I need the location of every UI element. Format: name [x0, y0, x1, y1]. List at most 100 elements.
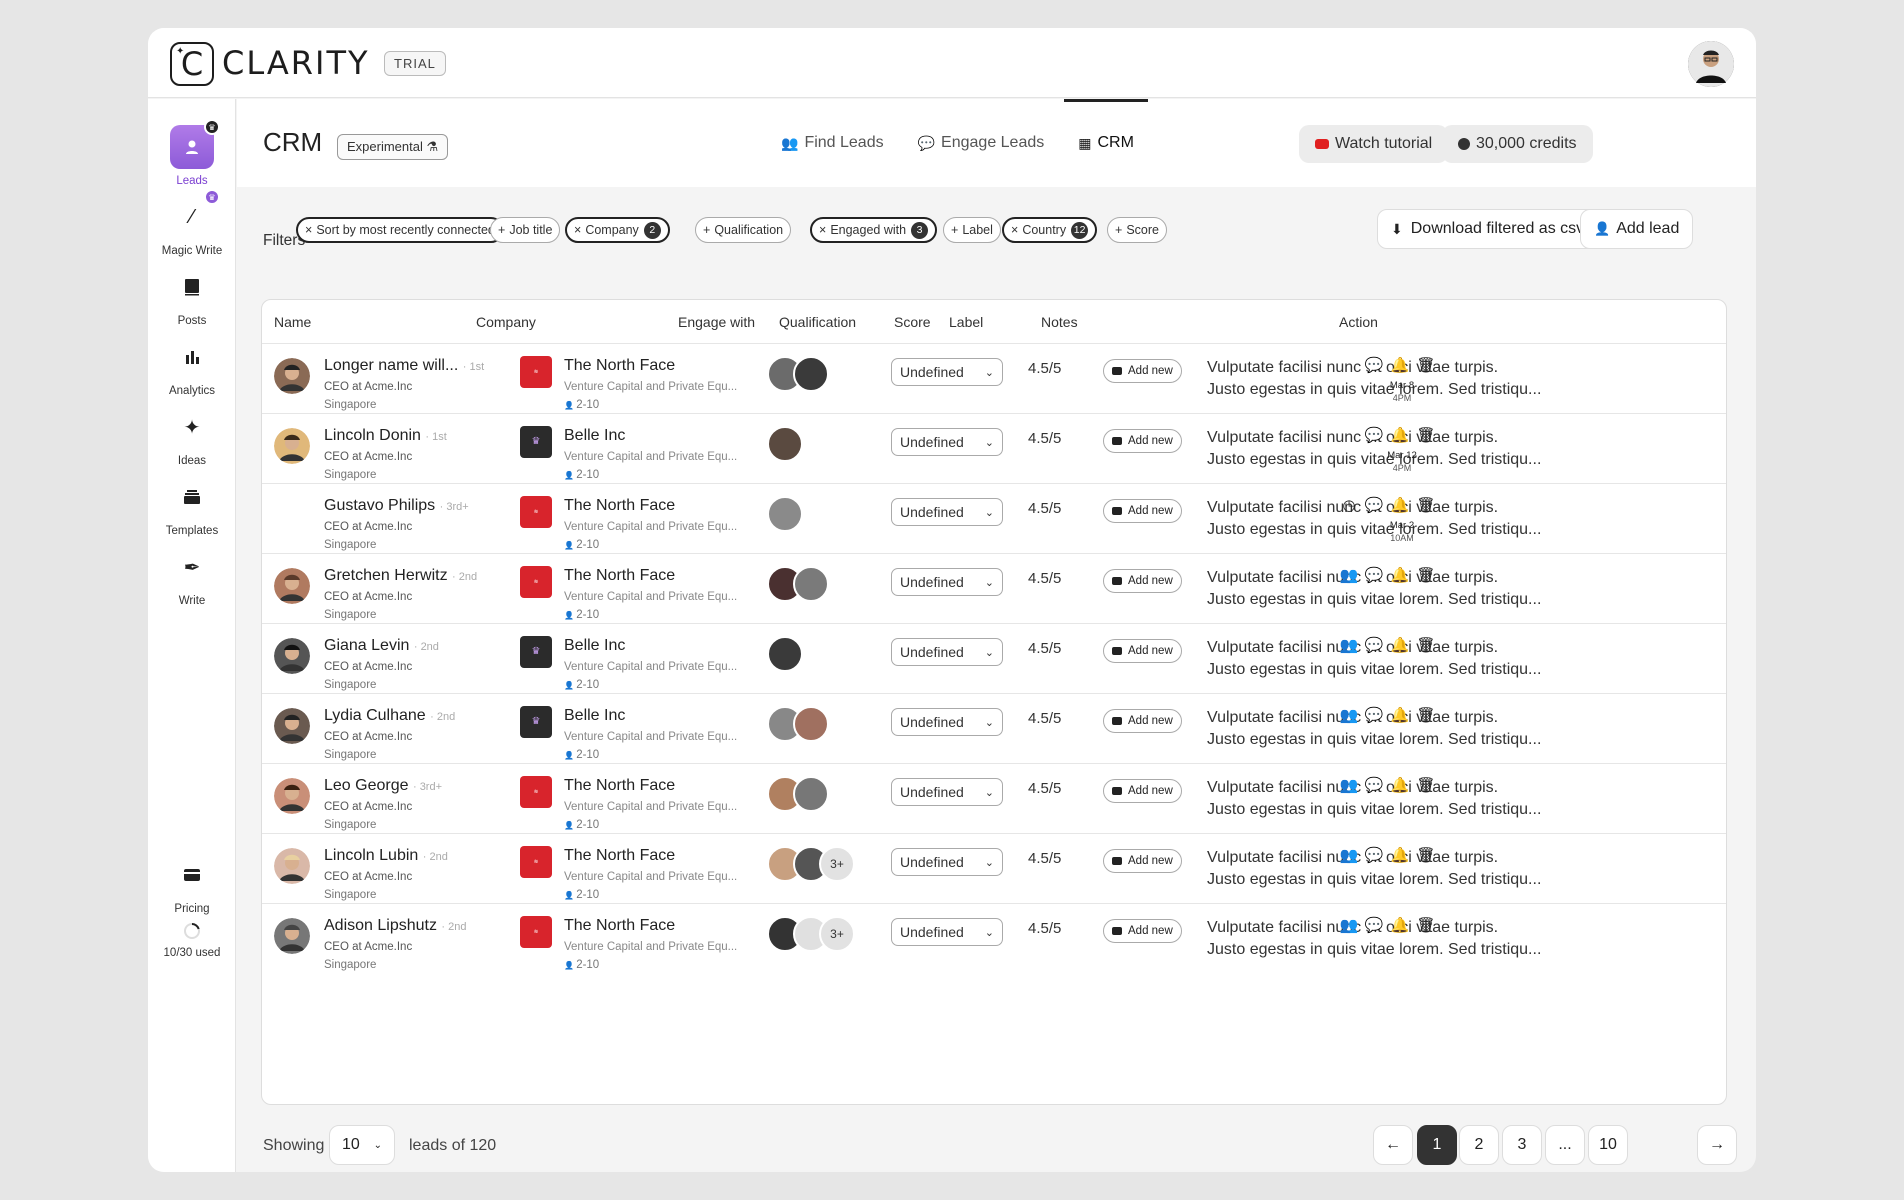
bell-icon[interactable]: 🔔: [1390, 636, 1410, 654]
add-label-button[interactable]: Add new: [1103, 499, 1182, 523]
watch-tutorial-button[interactable]: Watch tutorial: [1299, 125, 1449, 163]
table-row[interactable]: Lydia Culhane · 2nd CEO at Acme.Inc Singap…: [262, 694, 1726, 764]
lead-name[interactable]: Gustavo Philips · 3rd+: [324, 497, 469, 515]
company-name[interactable]: Belle Inc: [564, 707, 625, 725]
bell-icon[interactable]: 🔔: [1390, 356, 1410, 374]
sidebar-item-posts[interactable]: Posts: [148, 265, 236, 327]
message-icon[interactable]: 💬: [1364, 706, 1384, 724]
sidebar-item-ideas[interactable]: ✦ Ideas: [148, 405, 236, 468]
sidebar-item-magic-write[interactable]: ⁄ ♛ Magic Write: [148, 189, 236, 257]
lead-name[interactable]: Longer name will... · 1st: [324, 357, 484, 375]
qualification-select[interactable]: Undefined ⌄: [891, 778, 1003, 806]
company-name[interactable]: The North Face: [564, 917, 675, 935]
qualification-select[interactable]: Undefined ⌄: [891, 428, 1003, 456]
message-icon[interactable]: 💬: [1364, 566, 1384, 584]
filter-chip-job-title[interactable]: + Job title: [490, 217, 561, 243]
message-icon[interactable]: 💬: [1364, 426, 1384, 444]
add-user-icon[interactable]: 👥: [1339, 636, 1359, 654]
qualification-select[interactable]: Undefined ⌄: [891, 568, 1003, 596]
filter-chip-engaged-with[interactable]: × Engaged with 3: [810, 217, 938, 243]
page-button[interactable]: 1: [1417, 1125, 1457, 1165]
engage-avatars[interactable]: 3+: [767, 916, 855, 952]
sidebar-item-write[interactable]: ✒ Write: [148, 545, 236, 608]
filter-chip-company[interactable]: × Company 2: [565, 217, 670, 243]
qualification-select[interactable]: Undefined ⌄: [891, 358, 1003, 386]
add-label-button[interactable]: Add new: [1103, 779, 1182, 803]
add-label-button[interactable]: Add new: [1103, 359, 1182, 383]
trash-icon[interactable]: 🗑: [1416, 566, 1436, 584]
filter-chip-country[interactable]: × Country 12: [1002, 217, 1098, 243]
sidebar-item-analytics[interactable]: Analytics: [148, 335, 236, 397]
tab-find-leads[interactable]: 👥 Find Leads: [767, 99, 898, 187]
engage-avatars[interactable]: [767, 776, 829, 812]
qualification-select[interactable]: Undefined ⌄: [891, 848, 1003, 876]
table-row[interactable]: Giana Levin · 2nd CEO at Acme.Inc Singapor…: [262, 624, 1726, 694]
add-user-icon[interactable]: 👥: [1339, 916, 1359, 934]
per-page-select[interactable]: 10 ⌄: [329, 1125, 395, 1165]
company-name[interactable]: The North Face: [564, 847, 675, 865]
lead-name[interactable]: Adison Lipshutz · 2nd: [324, 917, 467, 935]
qualification-select[interactable]: Undefined ⌄: [891, 918, 1003, 946]
qualification-select[interactable]: Undefined ⌄: [891, 708, 1003, 736]
engage-avatars[interactable]: [767, 356, 829, 392]
company-name[interactable]: The North Face: [564, 357, 675, 375]
add-label-button[interactable]: Add new: [1103, 429, 1182, 453]
add-user-icon[interactable]: 👥: [1339, 706, 1359, 724]
filter-chip-score[interactable]: + Score: [1107, 217, 1167, 243]
qualification-select[interactable]: Undefined ⌄: [891, 498, 1003, 526]
bell-icon[interactable]: 🔔: [1390, 426, 1410, 444]
lead-name[interactable]: Leo George · 3rd+: [324, 777, 442, 795]
engage-avatars[interactable]: 3+: [767, 846, 855, 882]
tab-engage-leads[interactable]: 💬 Engage Leads: [904, 99, 1059, 187]
add-label-button[interactable]: Add new: [1103, 919, 1182, 943]
lead-name[interactable]: Lydia Culhane · 2nd: [324, 707, 455, 725]
trash-icon[interactable]: 🗑: [1416, 916, 1436, 934]
engage-avatars[interactable]: [767, 706, 829, 742]
add-label-button[interactable]: Add new: [1103, 639, 1182, 663]
engage-avatars[interactable]: [767, 496, 803, 532]
page-button[interactable]: 3: [1502, 1125, 1542, 1165]
add-user-icon[interactable]: 👥: [1339, 846, 1359, 864]
company-name[interactable]: The North Face: [564, 497, 675, 515]
table-row[interactable]: Leo George · 3rd+ CEO at Acme.Inc Singapor…: [262, 764, 1726, 834]
message-icon[interactable]: 💬: [1364, 846, 1384, 864]
download-csv-button[interactable]: ⬇ Download filtered as csv: [1377, 209, 1599, 249]
page-button[interactable]: 10: [1588, 1125, 1628, 1165]
trash-icon[interactable]: 🗑: [1416, 706, 1436, 724]
lead-name[interactable]: Lincoln Donin · 1st: [324, 427, 447, 445]
message-icon[interactable]: 💬: [1364, 916, 1384, 934]
table-row[interactable]: Adison Lipshutz · 2nd CEO at Acme.Inc Sing…: [262, 904, 1726, 974]
page-button[interactable]: 2: [1459, 1125, 1499, 1165]
filter-chip-qualification[interactable]: + Qualification: [695, 217, 792, 243]
engage-avatars[interactable]: [767, 636, 803, 672]
table-row[interactable]: Lincoln Lubin · 2nd CEO at Acme.Inc Singap…: [262, 834, 1726, 904]
more-avatars-badge[interactable]: 3+: [819, 846, 855, 882]
add-user-icon[interactable]: 👥: [1339, 566, 1359, 584]
add-user-icon[interactable]: 👥: [1339, 776, 1359, 794]
table-row[interactable]: Lincoln Donin · 1st CEO at Acme.Inc Singap…: [262, 414, 1726, 484]
clock-icon[interactable]: ◷: [1339, 496, 1359, 514]
company-name[interactable]: The North Face: [564, 777, 675, 795]
add-lead-button[interactable]: 👤 Add lead: [1580, 209, 1694, 249]
company-name[interactable]: Belle Inc: [564, 637, 625, 655]
trash-icon[interactable]: 🗑: [1416, 636, 1436, 654]
page-button[interactable]: ...: [1545, 1125, 1585, 1165]
engage-avatars[interactable]: [767, 426, 803, 462]
trash-icon[interactable]: 🗑: [1416, 776, 1436, 794]
bell-icon[interactable]: 🔔: [1390, 566, 1410, 584]
lead-name[interactable]: Lincoln Lubin · 2nd: [324, 847, 448, 865]
trash-icon[interactable]: 🗑: [1416, 426, 1436, 444]
more-avatars-badge[interactable]: 3+: [819, 916, 855, 952]
add-label-button[interactable]: Add new: [1103, 709, 1182, 733]
lead-name[interactable]: Giana Levin · 2nd: [324, 637, 439, 655]
table-row[interactable]: Longer name will... · 1st CEO at Acme.Inc…: [262, 344, 1726, 414]
bell-icon[interactable]: 🔔: [1390, 916, 1410, 934]
prev-page-button[interactable]: ←: [1373, 1125, 1413, 1165]
filter-chip-label[interactable]: + Label: [943, 217, 1001, 243]
message-icon[interactable]: 💬: [1364, 356, 1384, 374]
trash-icon[interactable]: 🗑: [1416, 356, 1436, 374]
message-icon[interactable]: 💬: [1364, 636, 1384, 654]
company-name[interactable]: Belle Inc: [564, 427, 625, 445]
bell-icon[interactable]: 🔔: [1390, 706, 1410, 724]
bell-icon[interactable]: 🔔: [1390, 776, 1410, 794]
